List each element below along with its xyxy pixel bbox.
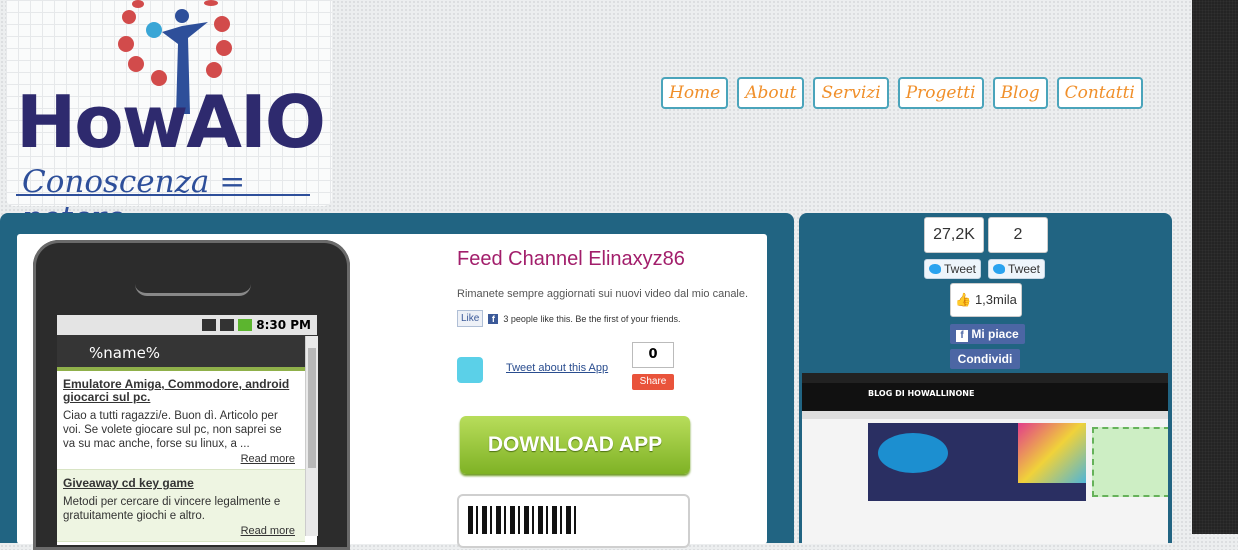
condividi-label: Condividi <box>957 352 1013 366</box>
tweet-count-box: 2 <box>988 217 1048 253</box>
phone-screen: 8:30 PM %name% Emulatore Amiga, Commodor… <box>57 315 317 545</box>
facebook-icon: f <box>488 313 499 324</box>
phone-statusbar: 8:30 PM <box>57 315 317 335</box>
fb-like-text: 3 people like this. Be the first of your… <box>503 313 681 324</box>
read-more-link[interactable]: Read more <box>63 525 295 537</box>
list-item[interactable]: Emulatore Amiga, Commodore, android gioc… <box>57 371 305 470</box>
blog-preview-screenshot[interactable]: BLOG DI HOWALLINONE <box>802 373 1168 544</box>
facebook-like-row: Like f 3 people like this. Be the first … <box>457 310 680 327</box>
twitter-icon <box>993 264 1005 274</box>
main-nav: Home About Servizi Progetti Blog Contatt… <box>661 77 1143 109</box>
blog-header: BLOG DI HOWALLINONE <box>802 383 1168 411</box>
banner-stripe <box>1018 423 1086 483</box>
nav-about[interactable]: About <box>737 77 805 109</box>
like-count: 1,3mila <box>974 292 1017 307</box>
tweet-label: Tweet <box>944 262 977 276</box>
tweet-button[interactable]: Tweet <box>988 259 1046 279</box>
qr-code <box>468 506 578 534</box>
facebook-icon: f <box>956 330 968 342</box>
fb-like-button[interactable]: Like <box>457 310 484 327</box>
item-title[interactable]: Emulatore Amiga, Commodore, android gioc… <box>63 378 295 404</box>
network-icon <box>202 319 217 331</box>
logo-dot <box>128 56 144 72</box>
tweet-about-link[interactable]: Tweet about this App <box>506 362 608 374</box>
tweet-count: 27,2K <box>933 226 975 243</box>
blog-title: BLOG DI HOWALLINONE <box>868 389 975 398</box>
nav-servizi[interactable]: Servizi <box>813 77 889 109</box>
mi-piace-label: Mi piace <box>971 327 1019 341</box>
twitter-bird-icon[interactable] <box>457 357 483 383</box>
logo-underline <box>16 194 310 196</box>
nav-home[interactable]: Home <box>661 77 729 109</box>
like-count-box: 👍 1,3mila <box>950 283 1022 317</box>
logo-dot <box>216 40 232 56</box>
logo-dot <box>122 10 136 24</box>
page-edge-background <box>1192 0 1238 534</box>
feed-subtitle: Rimanete sempre aggiornati sui nuovi vid… <box>457 288 749 300</box>
tweet-count-box: 27,2K <box>924 217 984 253</box>
phone-scrollbar[interactable] <box>305 336 318 536</box>
blog-banner-image <box>868 423 1086 501</box>
logo-dot <box>132 0 144 8</box>
site-logo[interactable]: HowAIO Conoscenza = potere <box>6 0 332 236</box>
phone-time: 8:30 PM <box>256 318 311 332</box>
share-button[interactable]: Share <box>632 374 674 390</box>
item-text: Ciao a tutti ragazzi/e. Buon dì. Articol… <box>63 410 282 450</box>
signal-icon <box>220 319 235 331</box>
nav-progetti[interactable]: Progetti <box>897 77 984 109</box>
app-title: %name% <box>89 344 161 362</box>
tweet-count: 2 <box>1013 226 1023 243</box>
logo-wordmark: HowAIO <box>16 80 326 164</box>
item-title[interactable]: Giveaway cd key game <box>63 477 295 490</box>
list-item[interactable]: Giveaway cd key game Metodi per cercare … <box>57 470 305 542</box>
tweet-button[interactable]: Tweet <box>924 259 982 279</box>
logo-dot <box>214 16 230 32</box>
twitter-icon <box>929 264 941 274</box>
blog-menu <box>802 411 1168 419</box>
fb-mi-piace-button[interactable]: f Mi piace <box>950 324 1025 344</box>
banner-logo-shape <box>878 433 948 473</box>
nav-contatti[interactable]: Contatti <box>1056 77 1143 109</box>
scroll-thumb[interactable] <box>308 348 316 468</box>
fb-condividi-button[interactable]: Condividi <box>950 349 1020 369</box>
read-more-link[interactable]: Read more <box>63 453 295 465</box>
tweet-label: Tweet <box>1008 262 1041 276</box>
app-title-bar: %name% <box>57 335 317 371</box>
share-count: 0 <box>632 342 674 368</box>
phone-speaker <box>135 283 251 296</box>
item-text: Metodi per cercare di vincere legalmente… <box>63 496 281 522</box>
download-app-button[interactable]: DOWNLOAD APP <box>460 416 690 474</box>
blog-sidebar-ad <box>1092 427 1168 497</box>
logo-dot <box>118 36 134 52</box>
blog-topbar <box>802 373 1168 383</box>
battery-icon <box>238 319 253 331</box>
thumbs-up-icon: 👍 <box>955 292 972 307</box>
feed-title: Feed Channel Elinaxyz86 <box>457 248 685 270</box>
nav-blog[interactable]: Blog <box>992 77 1048 109</box>
